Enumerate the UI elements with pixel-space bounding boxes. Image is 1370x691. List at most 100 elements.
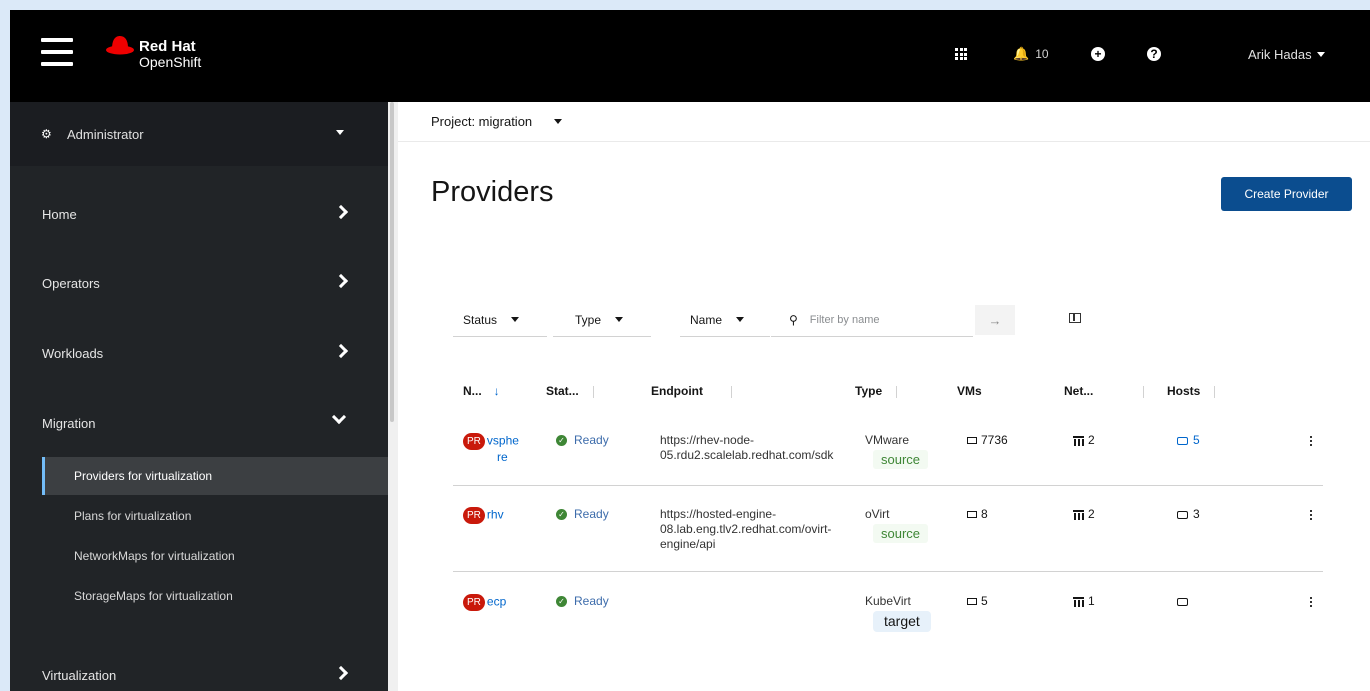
- role-label: source: [873, 450, 929, 469]
- sidebar-item-migration[interactable]: Migration: [10, 401, 388, 445]
- perspective-label: Administrator: [67, 126, 144, 142]
- vms-cell: 5: [967, 594, 988, 609]
- sidebar-item-operators[interactable]: Operators: [10, 261, 388, 305]
- host-count[interactable]: 5: [1193, 433, 1200, 447]
- sidebar-subitem-networkmaps[interactable]: NetworkMaps for virtualization: [42, 537, 388, 575]
- column-header-label: VMs: [957, 384, 982, 398]
- type-cell: KubeVirt target: [865, 594, 931, 632]
- sidebar-item-virtualization[interactable]: Virtualization: [10, 653, 388, 691]
- sidebar-subitem-storagemaps[interactable]: StorageMaps for virtualization: [42, 577, 388, 615]
- type-cell: VMware source: [865, 433, 929, 469]
- provider-name-cell: PR ecp: [463, 594, 533, 611]
- network-count: 1: [1088, 594, 1095, 608]
- hosts-cell[interactable]: 5: [1177, 433, 1200, 448]
- sidebar-item-label: Virtualization: [42, 667, 117, 683]
- sidebar-item-label: Migration: [42, 415, 96, 431]
- notifications-button[interactable]: 🔔 10: [1013, 44, 1049, 64]
- status-filter-dropdown[interactable]: Status: [453, 303, 547, 337]
- column-header-type[interactable]: Type: [855, 384, 898, 398]
- row-actions-kebab-icon[interactable]: [1309, 436, 1313, 448]
- row-actions-kebab-icon[interactable]: [1309, 510, 1313, 522]
- status-text[interactable]: Ready: [574, 594, 609, 608]
- status-text[interactable]: Ready: [574, 433, 609, 447]
- chevron-right-icon: [333, 665, 349, 681]
- page-title: Providers: [431, 176, 554, 208]
- search-input[interactable]: [809, 313, 950, 326]
- sidebar-subitem-label: Plans for virtualization: [74, 509, 192, 523]
- sidebar-item-label: Operators: [42, 275, 100, 291]
- sidebar-scrollbar[interactable]: [390, 102, 394, 422]
- sidebar: ⚙ Administrator Home Operators Workloads…: [10, 102, 398, 691]
- type-filter-dropdown[interactable]: Type: [553, 303, 651, 337]
- help-button[interactable]: ?: [1147, 44, 1161, 64]
- table-row: PR vsphe re ✓ Ready https://rhev-node- 05.…: [453, 414, 1323, 486]
- networks-cell: 1: [1073, 594, 1095, 609]
- perspective-switcher[interactable]: ⚙ Administrator: [10, 102, 388, 166]
- question-circle-icon: ?: [1147, 47, 1161, 61]
- host-count: 3: [1193, 507, 1200, 521]
- notification-count: 10: [1035, 47, 1049, 61]
- status-cell: ✓ Ready: [556, 594, 609, 609]
- arrow-right-icon: →: [988, 312, 1002, 328]
- user-name: Arik Hadas: [1248, 46, 1312, 62]
- table-row: PR ecp ✓ Ready KubeVirt target 5 1: [453, 572, 1323, 640]
- networks-cell: 2: [1073, 507, 1095, 522]
- filter-toolbar: Status Type Name ⚲ →: [453, 303, 1353, 337]
- vm-count: 5: [981, 594, 988, 608]
- brand-logo[interactable]: Red Hat OpenShift: [105, 32, 235, 72]
- cluster-icon: [1177, 510, 1188, 519]
- column-header-vms[interactable]: VMs: [957, 384, 982, 398]
- project-selector[interactable]: Project: migration: [398, 102, 1370, 142]
- sidebar-subitem-plans[interactable]: Plans for virtualization: [42, 497, 388, 535]
- column-header-endpoint[interactable]: Endpoint: [651, 384, 732, 398]
- sidebar-item-workloads[interactable]: Workloads: [10, 331, 388, 375]
- column-header-networks[interactable]: Net...: [1064, 384, 1145, 398]
- chevron-right-icon: [333, 343, 349, 359]
- screen-icon: [967, 437, 977, 445]
- provider-link[interactable]: ecp: [487, 595, 506, 609]
- provider-badge: PR: [463, 594, 485, 611]
- vm-count: 7736: [981, 433, 1008, 447]
- provider-badge: PR: [463, 507, 485, 524]
- column-separator: [1143, 385, 1145, 398]
- row-actions-kebab-icon[interactable]: [1309, 597, 1313, 609]
- network-icon: [1073, 597, 1084, 608]
- network-icon: [1073, 510, 1084, 521]
- column-separator: [592, 385, 594, 398]
- quick-create-button[interactable]: +: [1091, 44, 1105, 64]
- sidebar-subitem-label: NetworkMaps for virtualization: [74, 549, 235, 563]
- chevron-right-icon: [333, 273, 349, 289]
- provider-link[interactable]: rhv: [487, 508, 504, 522]
- column-separator: [1214, 385, 1216, 398]
- red-hat-logo-icon: [106, 36, 134, 55]
- networks-cell: 2: [1073, 433, 1095, 448]
- provider-link-wrap[interactable]: re: [497, 450, 508, 464]
- column-header-hosts[interactable]: Hosts: [1167, 384, 1216, 398]
- provider-badge: PR: [463, 433, 485, 450]
- column-header-label: Stat...: [546, 384, 579, 398]
- column-header-name[interactable]: N... ↓: [463, 384, 500, 398]
- user-menu[interactable]: Arik Hadas: [1248, 44, 1325, 64]
- caret-down-icon: [554, 119, 563, 124]
- provider-link[interactable]: vsphe: [487, 434, 519, 448]
- column-header-label: Net...: [1064, 384, 1094, 398]
- check-circle-icon: ✓: [556, 596, 567, 608]
- role-label: target: [873, 611, 931, 632]
- manage-columns-icon[interactable]: [1069, 313, 1081, 323]
- app-launcher-icon[interactable]: [955, 44, 967, 64]
- role-label: source: [873, 524, 929, 543]
- search-icon: ⚲: [789, 312, 798, 327]
- search-submit-button[interactable]: →: [975, 305, 1015, 335]
- check-circle-icon: ✓: [556, 435, 567, 447]
- column-header-status[interactable]: Stat...: [546, 384, 594, 398]
- sidebar-item-home[interactable]: Home: [10, 192, 388, 236]
- sidebar-subitem-providers[interactable]: Providers for virtualization: [42, 457, 388, 495]
- name-filter-dropdown[interactable]: Name: [680, 303, 770, 337]
- search-field[interactable]: ⚲: [771, 303, 973, 337]
- cluster-icon: [1177, 597, 1188, 606]
- caret-down-icon: [1316, 51, 1325, 57]
- create-provider-button[interactable]: Create Provider: [1221, 177, 1352, 211]
- endpoint-line: https://hosted-engine-: [660, 507, 777, 521]
- hamburger-menu-icon[interactable]: [41, 38, 73, 66]
- status-text[interactable]: Ready: [574, 507, 609, 521]
